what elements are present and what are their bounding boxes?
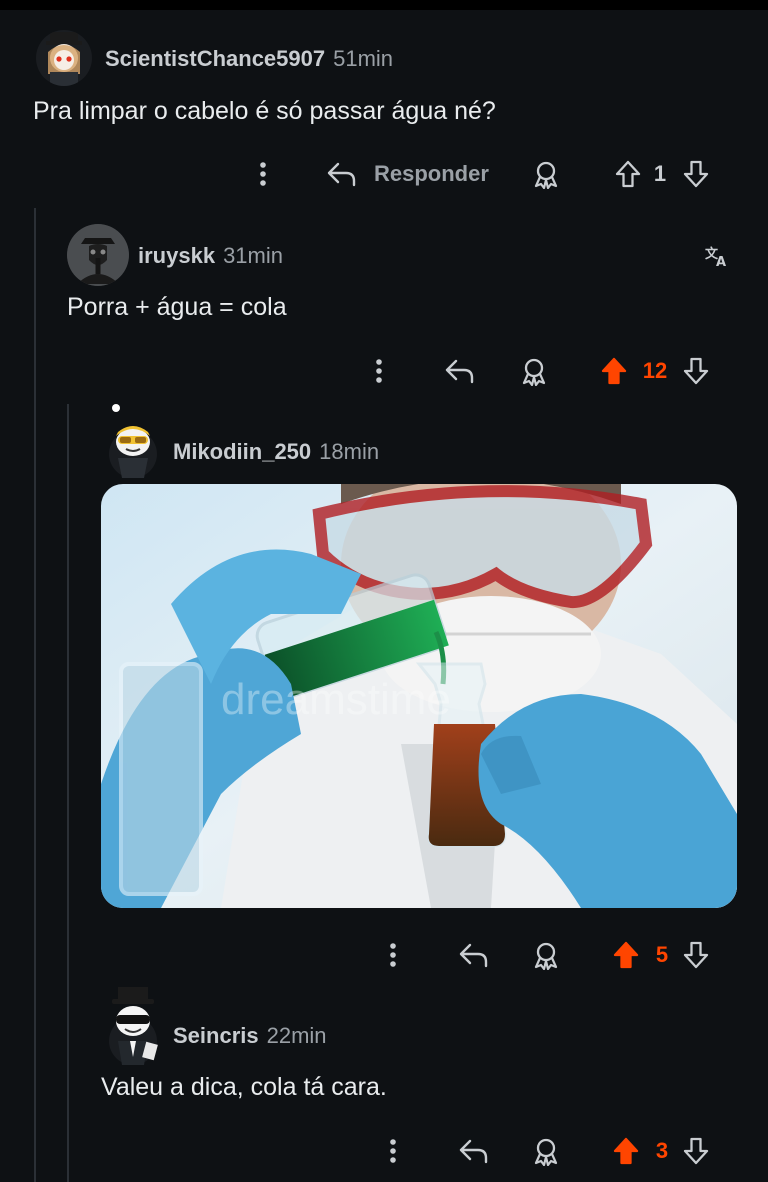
comment-actions: 3 <box>376 1131 740 1171</box>
comment-image[interactable]: dreamstime <box>101 484 737 908</box>
vote-score: 12 <box>642 358 668 383</box>
comment-body: Porra + água = cola <box>67 293 287 321</box>
user-avatar[interactable] <box>67 224 129 286</box>
username[interactable]: Mikodiin_250 <box>173 439 311 464</box>
comment-body: Pra limpar o cabelo é só passar água né? <box>33 97 496 125</box>
downvote-button[interactable] <box>678 1131 714 1171</box>
downvote-button[interactable] <box>678 351 714 391</box>
reply-button[interactable] <box>442 351 478 391</box>
timestamp: 31min <box>223 243 283 268</box>
reply-button[interactable] <box>456 935 492 975</box>
more-options-button[interactable] <box>364 351 394 391</box>
award-icon <box>534 161 558 189</box>
award-icon <box>534 1138 558 1166</box>
thread-line-level-1[interactable] <box>34 208 36 1182</box>
comment-actions: 5 <box>376 935 740 975</box>
translate-icon[interactable]: 文A <box>705 244 731 273</box>
downvote-button[interactable] <box>678 935 714 975</box>
downvote-icon <box>683 160 709 188</box>
upvote-button[interactable] <box>596 351 632 391</box>
status-bar <box>0 0 768 10</box>
reply-button[interactable]: Responder <box>326 154 496 194</box>
upvote-button[interactable] <box>610 154 646 194</box>
vote-score: 3 <box>655 1138 669 1163</box>
username[interactable]: iruyskk <box>138 243 215 268</box>
comment-actions: 12 <box>360 351 740 391</box>
vote-score: 1 <box>653 161 667 186</box>
user-avatar[interactable] <box>36 30 92 86</box>
upvote-icon <box>613 1137 639 1165</box>
reply-label: Responder <box>374 161 489 186</box>
thread-line-level-2[interactable] <box>67 404 69 1182</box>
user-avatar[interactable] <box>104 985 162 1065</box>
svg-text:A: A <box>716 255 726 268</box>
username[interactable]: Seincris <box>173 1023 259 1048</box>
upvote-icon <box>601 357 627 385</box>
upvote-icon <box>615 160 641 188</box>
comment-actions: Responder 1 <box>240 154 740 194</box>
comment-header: iruyskk 31min <box>138 243 283 269</box>
more-options-button[interactable] <box>378 935 408 975</box>
award-icon <box>534 942 558 970</box>
timestamp: 22min <box>266 1023 327 1048</box>
award-icon <box>522 358 546 386</box>
username[interactable]: ScientistChance5907 <box>105 46 325 71</box>
reply-icon <box>326 161 358 187</box>
award-button[interactable] <box>528 935 564 975</box>
award-button[interactable] <box>528 154 564 194</box>
upvote-button[interactable] <box>608 935 644 975</box>
user-avatar[interactable] <box>104 402 162 478</box>
reply-button[interactable] <box>456 1131 492 1171</box>
award-button[interactable] <box>516 351 552 391</box>
upvote-button[interactable] <box>608 1131 644 1171</box>
reply-icon <box>459 1139 488 1164</box>
timestamp: 18min <box>319 439 380 464</box>
comment-header: Seincris 22min <box>173 1023 327 1049</box>
comment-header: ScientistChance5907 51min <box>105 46 393 72</box>
award-button[interactable] <box>528 1131 564 1171</box>
downvote-icon <box>683 941 709 969</box>
reply-icon <box>459 943 488 968</box>
more-options-button[interactable] <box>248 154 278 194</box>
comment-body: Valeu a dica, cola tá cara. <box>101 1073 387 1101</box>
more-options-button[interactable] <box>378 1131 408 1171</box>
timestamp: 51min <box>333 46 394 71</box>
downvote-icon <box>683 357 709 385</box>
downvote-icon <box>683 1137 709 1165</box>
svg-text:dreamstime: dreamstime <box>221 675 451 724</box>
upvote-icon <box>613 941 639 969</box>
comment-header: Mikodiin_250 18min <box>173 439 379 465</box>
vote-score: 5 <box>655 942 669 967</box>
reply-icon <box>445 359 474 384</box>
downvote-button[interactable] <box>678 154 714 194</box>
